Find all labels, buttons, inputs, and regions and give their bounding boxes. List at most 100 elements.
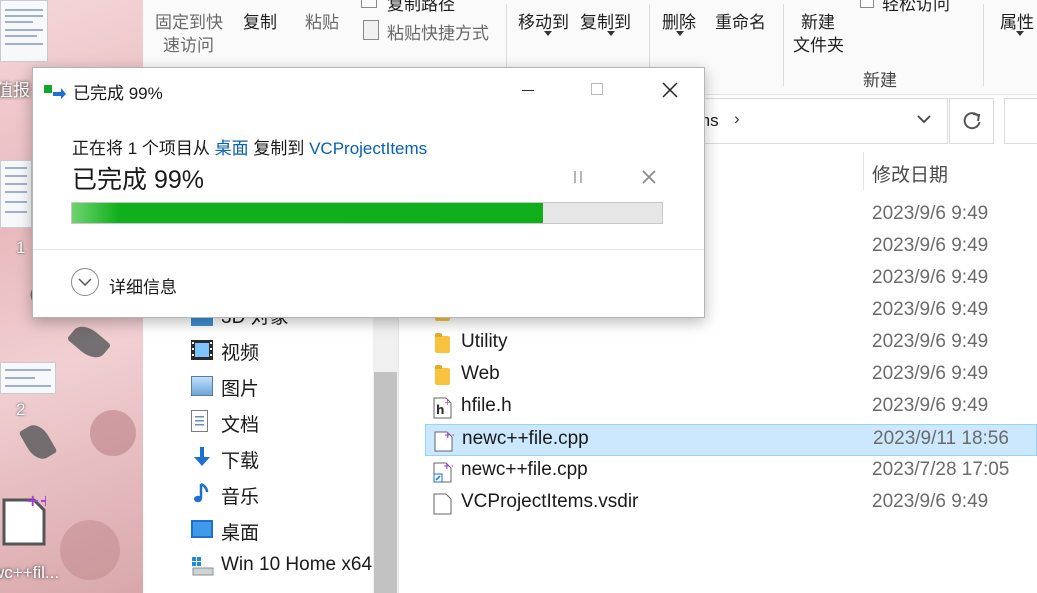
chevron-down-icon	[607, 31, 615, 36]
file-date: 2023/9/6 9:49	[872, 235, 989, 256]
expand-details-button[interactable]	[71, 268, 99, 296]
file-date: 2023/9/11 18:56	[873, 428, 1009, 449]
easy-access-button[interactable]: 轻松访问	[882, 0, 950, 15]
cpp-file-icon[interactable]: ++	[2, 491, 53, 546]
nav-item-desktop[interactable]: 桌面	[221, 518, 259, 545]
maximize-button[interactable]	[574, 68, 620, 112]
nav-item-drive[interactable]: Win 10 Home x64	[221, 554, 372, 576]
file-date: 2023/9/6 9:49	[872, 267, 989, 288]
video-icon	[191, 340, 213, 360]
new-folder-button[interactable]: 新建	[801, 8, 835, 33]
folder-icon	[435, 333, 450, 353]
refresh-button[interactable]	[949, 98, 994, 144]
new-group-label: 新建	[863, 71, 897, 90]
downloads-icon	[191, 446, 213, 466]
column-header-date[interactable]: 修改日期	[872, 160, 948, 187]
file-name: Utility	[461, 331, 508, 352]
desktop-thumbnail	[0, 0, 48, 62]
svg-text:++: ++	[443, 462, 453, 472]
cancel-icon	[642, 170, 656, 184]
copy-icon	[44, 83, 66, 99]
desktop-thumbnail	[0, 362, 56, 394]
drive-icon	[191, 556, 214, 576]
nav-item-pictures[interactable]: 图片	[221, 374, 259, 401]
chevron-right-icon: ›	[734, 109, 740, 128]
paste-button[interactable]: 粘贴	[305, 8, 339, 33]
nav-item-videos[interactable]: 视频	[221, 338, 259, 365]
desktop-number: 1	[16, 238, 26, 257]
file-row[interactable]: Utility 2023/9/6 9:49	[425, 328, 1037, 360]
file-date: 2023/9/6 9:49	[872, 363, 989, 384]
address-bar[interactable]: ms ›	[696, 98, 948, 144]
rename-button[interactable]: 重命名	[715, 8, 766, 33]
copy-progress-dialog: 已完成 99% 正在将 1 个项目从 桌面 复制到 VCProjectItems…	[32, 67, 705, 318]
dialog-title: 已完成 99%	[73, 84, 163, 103]
desktop-icon	[191, 520, 213, 538]
progress-fill	[72, 203, 543, 223]
column-separator[interactable]	[863, 152, 864, 190]
file-date: 2023/9/6 9:49	[872, 299, 989, 320]
file-row[interactable]: ++ newc++file.cpp 2023/9/11 18:56	[425, 424, 1037, 456]
file-row[interactable]: h + hfile.h 2023/9/6 9:49	[425, 392, 1037, 424]
file-name: newc++file.cpp	[461, 459, 588, 480]
progress-bar	[71, 202, 663, 224]
nav-item-documents[interactable]: 文档	[221, 410, 259, 437]
file-date: 2023/9/6 9:49	[872, 331, 989, 352]
music-icon	[191, 482, 213, 503]
pin-quick-access-button[interactable]: 固定到快	[155, 8, 223, 33]
nav-item-music[interactable]: 音乐	[221, 482, 259, 509]
folder-icon	[435, 365, 450, 385]
pictures-icon	[191, 376, 213, 396]
nav-item-downloads[interactable]: 下载	[221, 446, 259, 473]
minimize-button[interactable]	[505, 68, 551, 112]
header-file-icon: h +	[433, 397, 453, 419]
copy-button[interactable]: 复制	[243, 8, 277, 33]
documents-icon	[191, 410, 208, 432]
chevron-down-icon[interactable]	[916, 111, 932, 132]
details-label[interactable]: 详细信息	[109, 273, 177, 298]
checkbox-icon[interactable]	[860, 0, 874, 8]
delete-button[interactable]: 删除	[662, 8, 696, 33]
properties-button[interactable]: 属性	[1000, 8, 1034, 33]
desktop-number: 2	[16, 400, 26, 419]
file-name: newc++file.cpp	[462, 428, 589, 449]
paste-shortcut-button[interactable]: 粘贴快捷方式	[387, 19, 489, 44]
svg-text:+: +	[444, 398, 451, 407]
file-date: 2023/7/28 17:05	[872, 459, 1010, 480]
copy-description: 正在将 1 个项目从 桌面 复制到 VCProjectItems	[72, 134, 427, 159]
new-folder-button-line2[interactable]: 文件夹	[793, 31, 844, 56]
file-row[interactable]: ++ newc++file.cpp 2023/7/28 17:05	[425, 456, 1037, 488]
copy-path-icon	[361, 0, 377, 8]
desktop-file-label[interactable]: wc++fil...	[0, 563, 59, 583]
copy-path-button[interactable]: 复制路径	[387, 0, 455, 15]
desktop-thumbnail	[0, 160, 32, 228]
progress-status: 已完成 99%	[72, 166, 204, 194]
source-link[interactable]: 桌面	[215, 139, 249, 158]
chevron-down-icon	[78, 278, 92, 287]
cancel-button[interactable]	[637, 166, 661, 188]
pause-button[interactable]	[567, 166, 591, 188]
search-input[interactable]	[1004, 98, 1037, 144]
file-name: Web	[461, 363, 500, 384]
file-row[interactable]: VCProjectItems.vsdir 2023/9/6 9:49	[425, 488, 1037, 520]
close-button[interactable]	[647, 68, 693, 112]
refresh-icon	[963, 112, 981, 130]
navigation-pane: 3D 对象 视频 图片 文档 下载 音乐 桌面 Win 10 Home x64	[143, 306, 398, 593]
pin-quick-access-button-line2[interactable]: 速访问	[163, 31, 214, 56]
destination-link[interactable]: VCProjectItems	[309, 139, 427, 158]
pause-icon	[574, 171, 576, 183]
file-date: 2023/9/6 9:49	[872, 491, 989, 512]
file-icon	[433, 493, 453, 515]
cpp-shortcut-icon: ++	[433, 461, 458, 483]
move-to-button[interactable]: 移动到	[518, 8, 569, 33]
copy-to-button[interactable]: 复制到	[580, 8, 631, 33]
file-row[interactable]: Web 2023/9/6 9:49	[425, 360, 1037, 392]
nav-scrollbar-thumb[interactable]	[374, 372, 397, 593]
dialog-separator	[33, 249, 704, 250]
file-name: hfile.h	[461, 395, 512, 416]
close-icon	[662, 82, 678, 98]
maximize-icon	[591, 83, 603, 95]
cpp-file-icon: ++	[434, 430, 459, 452]
file-name: VCProjectItems.vsdir	[461, 491, 639, 512]
file-date: 2023/9/6 9:49	[872, 203, 989, 224]
